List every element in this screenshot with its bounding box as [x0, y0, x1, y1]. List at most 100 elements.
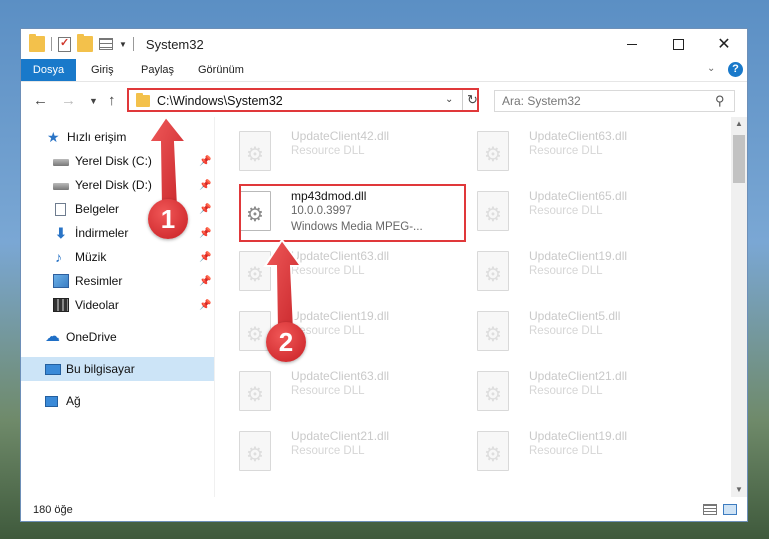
- pin-icon[interactable]: 📌: [199, 156, 211, 167]
- tab-dosya[interactable]: Dosya: [21, 59, 76, 81]
- list-item[interactable]: UpdateClient63.dll Resource DLL: [221, 245, 451, 297]
- sidebar-item-local-disk-c[interactable]: Yerel Disk (C:) 📌: [21, 149, 214, 173]
- tab-gorunum[interactable]: Görünüm: [198, 59, 244, 81]
- address-dropdown-chevron-icon[interactable]: ⌄: [445, 94, 453, 105]
- videos-icon: [53, 298, 69, 312]
- folder-icon: [136, 93, 150, 107]
- network-icon: [45, 395, 58, 407]
- quick-access-toolbar: ▼ System32: [29, 34, 204, 53]
- minimize-icon: [627, 43, 637, 45]
- file-list: UpdateClient42.dll Resource DLL mp43dmod…: [217, 117, 731, 497]
- pin-icon[interactable]: 📌: [199, 276, 211, 287]
- scroll-up-icon[interactable]: ▲: [735, 119, 743, 128]
- list-item[interactable]: UpdateClient19.dll Resource DLL: [459, 245, 689, 297]
- tab-giris[interactable]: Giriş: [91, 59, 114, 81]
- documents-icon: [55, 202, 66, 216]
- file-explorer-window: ▼ System32 ✕ Dosya Giriş Paylaş Görünüm …: [20, 28, 748, 522]
- list-item[interactable]: UpdateClient42.dll Resource DLL: [221, 125, 451, 177]
- pin-icon[interactable]: 📌: [199, 204, 211, 215]
- sidebar-item-network[interactable]: Ağ: [21, 389, 214, 413]
- sidebar-item-label: Resimler: [75, 274, 123, 288]
- file-description: Resource DLL: [529, 325, 603, 337]
- file-name: UpdateClient19.dll: [291, 309, 390, 323]
- large-icons-view-icon[interactable]: [723, 504, 737, 515]
- status-bar: 180 öğe: [21, 499, 747, 521]
- forward-arrow-icon[interactable]: →: [61, 92, 76, 109]
- recent-locations-chevron-icon[interactable]: ▼: [89, 96, 98, 106]
- list-item[interactable]: UpdateClient63.dll Resource DLL: [459, 125, 689, 177]
- address-bar[interactable]: C:\Windows\System32 ⌄ ↻: [127, 88, 479, 112]
- address-path[interactable]: C:\Windows\System32: [157, 94, 283, 108]
- properties-icon[interactable]: [58, 36, 71, 52]
- file-name: UpdateClient21.dll: [529, 369, 628, 383]
- list-item[interactable]: UpdateClient65.dll Resource DLL: [459, 185, 689, 237]
- ribbon-tabs: Dosya Giriş Paylaş Görünüm ⌄ ?: [21, 59, 747, 81]
- dll-file-icon: [239, 131, 271, 171]
- file-name: UpdateClient63.dll: [529, 129, 628, 143]
- sidebar-item-music[interactable]: ♪ Müzik 📌: [21, 245, 214, 269]
- list-item[interactable]: UpdateClient21.dll Resource DLL: [459, 365, 689, 417]
- list-item[interactable]: UpdateClient19.dll Resource DLL: [221, 305, 451, 357]
- refresh-icon[interactable]: ↻: [467, 92, 478, 108]
- sidebar-item-onedrive[interactable]: ☁ OneDrive: [21, 325, 214, 349]
- details-view-icon[interactable]: [703, 504, 717, 515]
- sidebar-item-videos[interactable]: Videolar 📌: [21, 293, 214, 317]
- file-description: Resource DLL: [529, 145, 603, 157]
- file-name: UpdateClient19.dll: [529, 249, 628, 263]
- sidebar-item-quick-access[interactable]: ★ Hızlı erişim: [21, 125, 214, 149]
- pin-icon[interactable]: 📌: [199, 300, 211, 311]
- close-icon: ✕: [717, 36, 731, 53]
- file-description: Resource DLL: [291, 265, 365, 277]
- help-icon[interactable]: ?: [728, 62, 743, 77]
- item-count: 180 öğe: [33, 504, 73, 516]
- pin-icon[interactable]: 📌: [199, 228, 211, 239]
- list-item[interactable]: UpdateClient19.dll Resource DLL: [459, 425, 689, 477]
- pane-splitter[interactable]: [214, 117, 215, 497]
- new-folder-icon[interactable]: [77, 34, 93, 52]
- maximize-button[interactable]: [655, 29, 701, 59]
- pin-icon[interactable]: 📌: [199, 180, 211, 191]
- file-name: UpdateClient63.dll: [291, 369, 390, 383]
- scroll-down-icon[interactable]: ▼: [735, 485, 743, 494]
- ribbon-expand-chevron-icon[interactable]: ⌄: [707, 63, 715, 74]
- close-button[interactable]: ✕: [701, 29, 747, 59]
- tab-paylas[interactable]: Paylaş: [141, 59, 174, 81]
- star-icon: ★: [47, 129, 60, 145]
- view-layout-icon[interactable]: [99, 38, 113, 50]
- dll-file-icon: [239, 371, 271, 411]
- sidebar-item-label: Yerel Disk (C:): [75, 154, 152, 168]
- scrollbar-thumb[interactable]: [733, 135, 745, 183]
- back-arrow-icon[interactable]: ←: [33, 92, 48, 109]
- search-input[interactable]: Ara: System32 ⚲: [494, 90, 735, 112]
- file-description: Resource DLL: [291, 385, 365, 397]
- pin-icon[interactable]: 📌: [199, 252, 211, 263]
- dll-file-icon: [477, 191, 509, 231]
- window-title: System32: [145, 36, 204, 52]
- drive-icon: [53, 159, 69, 166]
- sidebar-item-this-pc[interactable]: Bu bilgisayar: [21, 357, 214, 381]
- sidebar-item-label: Ağ: [66, 394, 81, 408]
- file-description: Resource DLL: [529, 385, 603, 397]
- step-2-badge: 2: [266, 322, 306, 362]
- file-name: UpdateClient19.dll: [529, 429, 628, 443]
- search-icon[interactable]: ⚲: [715, 93, 725, 109]
- navigation-bar: ← → ▼ ↑ C:\Windows\System32 ⌄ ↻ Ara: Sys…: [21, 81, 747, 118]
- minimize-button[interactable]: [609, 29, 655, 59]
- dll-file-icon: [477, 251, 509, 291]
- up-arrow-icon[interactable]: ↑: [108, 92, 116, 109]
- chevron-down-icon[interactable]: ▼: [119, 40, 127, 49]
- sidebar-item-label: Videolar: [75, 298, 119, 312]
- toolbar-separator: [51, 37, 52, 51]
- vertical-scrollbar[interactable]: ▲ ▼: [731, 117, 747, 497]
- list-item[interactable]: UpdateClient63.dll Resource DLL: [221, 365, 451, 417]
- sidebar-item-label: Müzik: [75, 250, 107, 264]
- search-placeholder: Ara: System32: [502, 94, 581, 108]
- sidebar-item-pictures[interactable]: Resimler 📌: [21, 269, 214, 293]
- file-description: Resource DLL: [291, 445, 365, 457]
- dll-file-icon: [239, 431, 271, 471]
- dll-file-icon: [477, 311, 509, 351]
- list-item[interactable]: UpdateClient5.dll Resource DLL: [459, 305, 689, 357]
- sidebar-item-local-disk-d[interactable]: Yerel Disk (D:) 📌: [21, 173, 214, 197]
- list-item[interactable]: UpdateClient21.dll Resource DLL: [221, 425, 451, 477]
- drive-icon: [53, 183, 69, 190]
